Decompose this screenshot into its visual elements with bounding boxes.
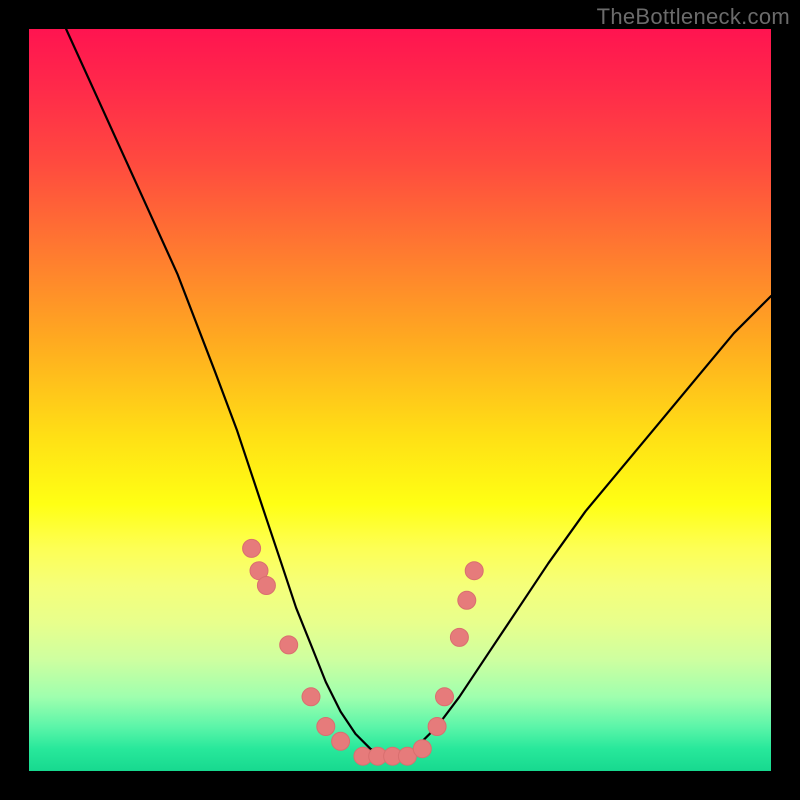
- marker-dot: [450, 628, 468, 646]
- marker-dot: [465, 562, 483, 580]
- markers-layer: [243, 539, 484, 765]
- marker-dot: [257, 577, 275, 595]
- marker-dot: [458, 591, 476, 609]
- plot-area: [29, 29, 771, 771]
- marker-dot: [243, 539, 261, 557]
- marker-dot: [317, 718, 335, 736]
- marker-dot: [302, 688, 320, 706]
- curve-layer: [66, 29, 771, 756]
- chart-stage: TheBottleneck.com: [0, 0, 800, 800]
- marker-dot: [413, 740, 431, 758]
- marker-dot: [428, 718, 446, 736]
- marker-dot: [436, 688, 454, 706]
- chart-svg: [29, 29, 771, 771]
- marker-dot: [280, 636, 298, 654]
- bottleneck-curve: [66, 29, 771, 756]
- marker-dot: [332, 732, 350, 750]
- watermark-text: TheBottleneck.com: [597, 4, 790, 30]
